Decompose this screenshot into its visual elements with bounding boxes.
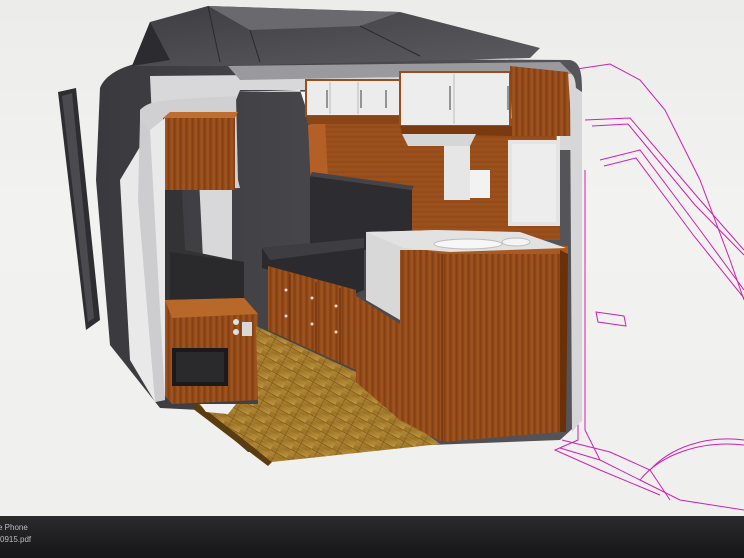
file-item-label-line2: 0915.pdf	[0, 535, 32, 544]
rear-door-panel	[58, 88, 100, 330]
van-outline	[553, 63, 744, 511]
left-oven-cabinet	[165, 298, 258, 404]
taskbar-file-item[interactable]: e Phone 0915.pdf	[0, 522, 31, 546]
right-shell-edge	[570, 84, 582, 432]
3d-viewport[interactable]	[0, 0, 744, 522]
taskbar: e Phone 0915.pdf	[0, 516, 744, 558]
file-item-label-line1: e Phone	[0, 523, 28, 532]
van-interior-render	[58, 5, 744, 511]
